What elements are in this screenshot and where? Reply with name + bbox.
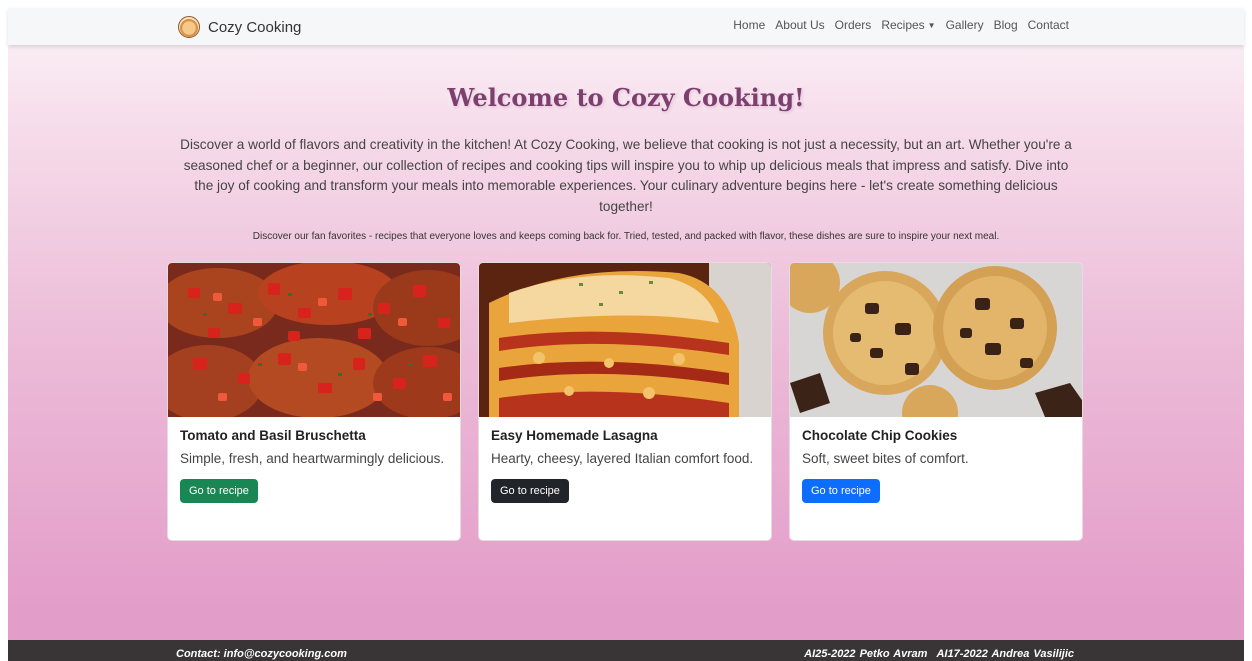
nav-links: Home About Us Orders Recipes ▼ Gallery Bl…: [733, 18, 1069, 32]
footer-contact: Contact: info@cozycooking.com: [176, 648, 347, 660]
nav-blog[interactable]: Blog: [994, 18, 1018, 32]
navbar: Cozy Cooking Home About Us Orders Recipe…: [8, 8, 1244, 45]
card-body: Tomato and Basil Bruschetta Simple, fres…: [168, 417, 460, 514]
card-body: Chocolate Chip Cookies Soft, sweet bites…: [790, 417, 1082, 514]
recipe-card-bruschetta: Tomato and Basil Bruschetta Simple, fres…: [167, 262, 461, 541]
lasagna-image: [479, 263, 771, 417]
footer-author-1: AI25-2022 Petko Avram: [804, 648, 928, 660]
nav-recipes-dropdown[interactable]: Recipes ▼: [881, 18, 935, 32]
card-text: Hearty, cheesy, layered Italian comfort …: [491, 451, 754, 466]
brand[interactable]: Cozy Cooking: [178, 16, 301, 38]
nav-about-us[interactable]: About Us: [775, 18, 824, 32]
nav-recipes-label: Recipes: [881, 18, 925, 32]
recipe-card-cookies: Chocolate Chip Cookies Soft, sweet bites…: [789, 262, 1083, 541]
go-to-recipe-button-cookies[interactable]: Go to recipe: [802, 479, 880, 503]
nav-gallery[interactable]: Gallery: [946, 18, 984, 32]
card-text: Soft, sweet bites of comfort.: [802, 451, 969, 466]
card-text: Simple, fresh, and heartwarmingly delici…: [180, 451, 445, 466]
bruschetta-image: [168, 263, 460, 417]
nav-orders[interactable]: Orders: [835, 18, 872, 32]
recipe-card-lasagna: Easy Homemade Lasagna Hearty, cheesy, la…: [478, 262, 772, 541]
page-title: Welcome to Cozy Cooking!: [447, 83, 805, 112]
favorites-text: Discover our fan favorites - recipes tha…: [252, 231, 1000, 242]
card-title: Easy Homemade Lasagna: [491, 428, 658, 443]
card-title: Tomato and Basil Bruschetta: [180, 428, 366, 443]
brand-name: Cozy Cooking: [208, 18, 302, 36]
footer-authors: AI25-2022 Petko Avram AI17-2022 Andrea Va…: [795, 648, 1074, 660]
nav-contact[interactable]: Contact: [1028, 18, 1069, 32]
card-body: Easy Homemade Lasagna Hearty, cheesy, la…: [479, 417, 771, 514]
nav-home[interactable]: Home: [733, 18, 765, 32]
caret-down-icon: ▼: [927, 21, 936, 30]
bun-logo-icon: [178, 16, 200, 38]
card-title: Chocolate Chip Cookies: [802, 428, 958, 443]
footer-author-2: AI17-2022 Andrea Vasilijic: [936, 648, 1074, 660]
page-frame: Cozy Cooking Home About Us Orders Recipe…: [8, 8, 1244, 661]
go-to-recipe-button-lasagna[interactable]: Go to recipe: [491, 479, 569, 503]
footer: Contact: info@cozycooking.com AI25-2022 …: [8, 640, 1244, 661]
go-to-recipe-button-bruschetta[interactable]: Go to recipe: [180, 479, 258, 503]
cookies-image: [790, 263, 1082, 417]
intro-text: Discover a world of flavors and creativi…: [180, 137, 1072, 214]
